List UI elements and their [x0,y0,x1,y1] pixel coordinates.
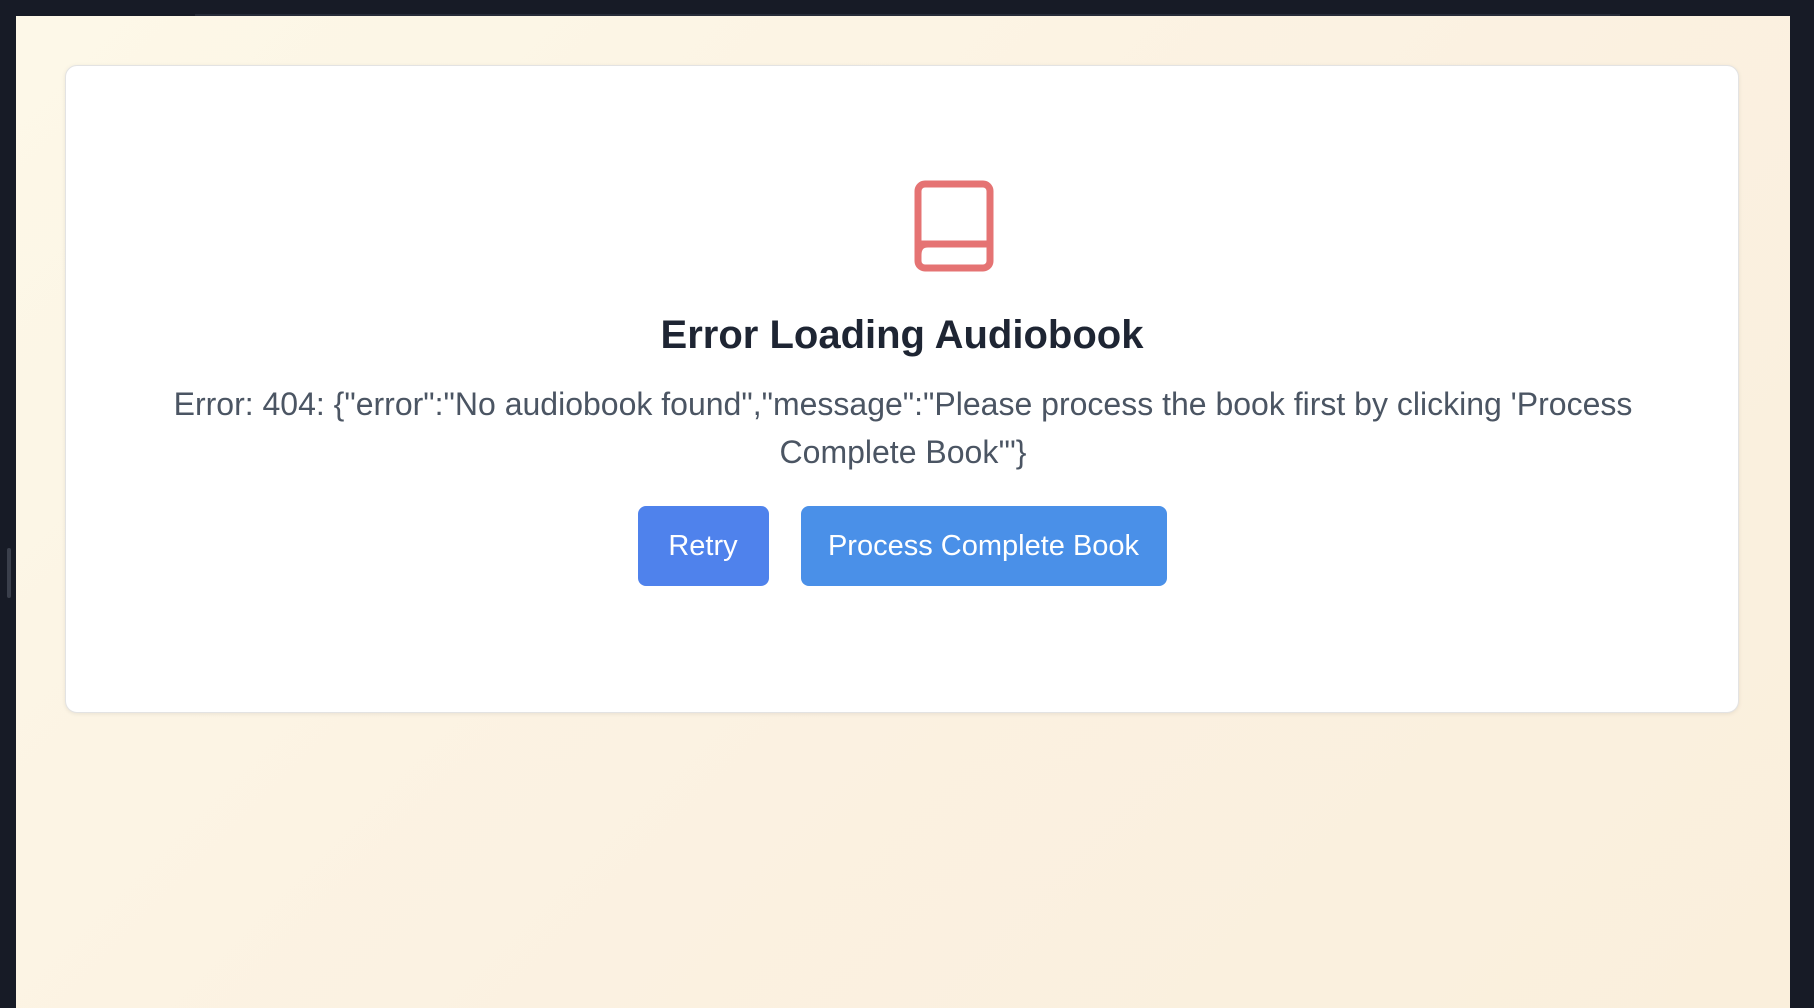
resize-handle[interactable] [7,548,11,598]
error-title: Error Loading Audiobook [660,313,1144,357]
window-top-edge [0,0,1814,16]
book-icon [914,180,994,272]
process-complete-book-button[interactable]: Process Complete Book [800,506,1167,586]
retry-button[interactable]: Retry [637,506,769,586]
error-message: Error: 404: {"error":"No audiobook found… [173,386,1633,470]
error-card: Error Loading Audiobook Error: 404: {"er… [65,65,1739,713]
app-viewport: Error Loading Audiobook Error: 404: {"er… [16,16,1790,1008]
action-buttons: Retry Process Complete Book [66,506,1738,586]
